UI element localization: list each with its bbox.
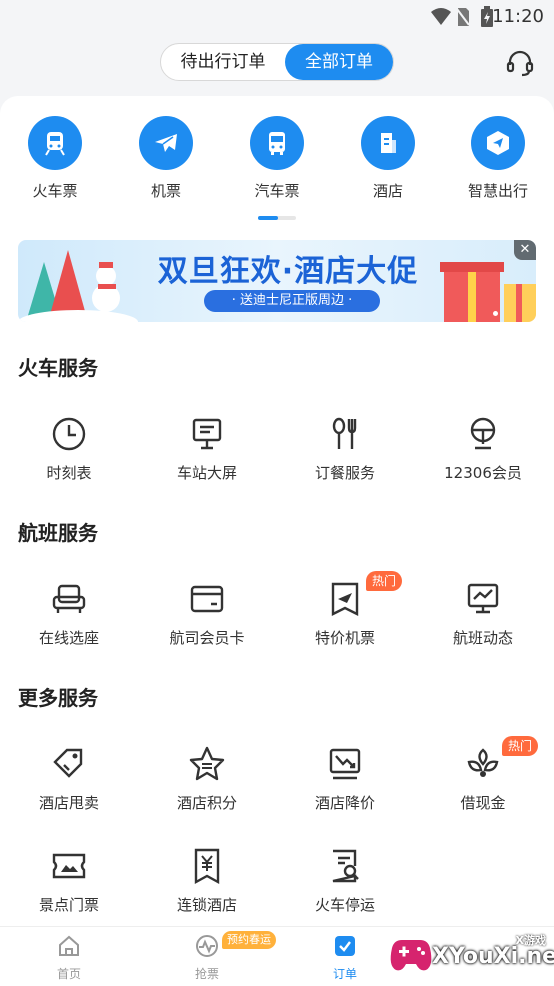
service-train-suspension[interactable]: 火车停运 — [276, 846, 414, 915]
status-time: 11:20 — [492, 6, 544, 27]
service-timetable[interactable]: 时刻表 — [0, 414, 138, 483]
close-icon[interactable]: ✕ — [514, 240, 536, 260]
headset-icon[interactable] — [504, 47, 536, 79]
no-sim-icon — [456, 8, 470, 26]
category-label: 火车票 — [32, 182, 78, 200]
carousel-dot — [493, 311, 498, 316]
service-label: 车站大屏 — [176, 464, 237, 482]
tab-label: 订单 — [332, 967, 357, 981]
service-scenic-tickets[interactable]: 景点门票 — [0, 846, 138, 915]
home-icon — [59, 935, 79, 956]
tab-label: 抢票 — [194, 967, 219, 981]
service-seat-selection[interactable]: 在线选座 — [0, 579, 138, 648]
category-label: 酒店 — [372, 182, 403, 200]
service-label: 连锁酒店 — [176, 896, 237, 914]
service-label: 酒店积分 — [176, 794, 237, 812]
plane-icon — [155, 134, 177, 152]
hot-badge: 热门 — [502, 736, 539, 756]
service-label: 航司会员卡 — [169, 629, 245, 647]
leaf-icon — [467, 748, 499, 777]
header: 待出行订单 全部订单 — [0, 34, 554, 94]
category-label: 智慧出行 — [467, 182, 528, 200]
section-title-train: 火车服务 — [18, 356, 98, 380]
service-airline-card[interactable]: 航司会员卡 — [138, 579, 276, 648]
category-train[interactable]: 火车票 — [5, 116, 105, 201]
wifi-icon — [431, 8, 451, 25]
price-tag-icon — [53, 748, 83, 778]
check-icon — [335, 936, 355, 956]
navigation-icon — [487, 131, 509, 155]
category-flight[interactable]: 机票 — [116, 116, 216, 201]
tab-pending-orders[interactable]: 待出行订单 — [161, 44, 285, 80]
service-label: 酒店甩卖 — [38, 794, 99, 812]
tab-orders[interactable]: 订单 — [305, 933, 385, 982]
service-borrow-cash[interactable]: 借现金 热门 — [414, 736, 552, 813]
search-doc-icon — [332, 849, 359, 883]
category-row: 火车票 机票 汽车票 酒店 智慧出行 — [0, 116, 554, 206]
tab-all-orders[interactable]: 全部订单 — [285, 44, 393, 80]
ticket-plane-icon — [331, 582, 359, 616]
service-12306-member[interactable]: 12306会员 — [414, 414, 552, 483]
screen-icon — [192, 418, 222, 450]
category-label: 机票 — [150, 182, 181, 200]
page-indicator — [258, 216, 296, 220]
service-discount-flights[interactable]: 特价机票 热门 — [276, 571, 414, 648]
service-label: 订餐服务 — [314, 464, 375, 482]
clock-icon — [52, 417, 86, 451]
main-panel: 火车票 机票 汽车票 酒店 智慧出行 双旦狂欢·酒店大促 · 送迪士尼正版周边 … — [0, 96, 554, 926]
star-icon — [189, 746, 225, 781]
yen-bookmark-icon — [194, 848, 220, 885]
section-title-more: 更多服务 — [18, 686, 98, 710]
category-label: 汽车票 — [254, 182, 300, 200]
service-label: 时刻表 — [46, 464, 92, 482]
train-icon — [45, 132, 65, 156]
banner-title: 双旦狂欢·酒店大促 — [157, 254, 419, 289]
watermark-text: XYouXi.net — [432, 944, 554, 969]
tab-label: 首页 — [56, 967, 81, 981]
service-flight-status[interactable]: 航班动态 — [414, 579, 552, 648]
hotel-icon — [381, 133, 396, 153]
service-station-screen[interactable]: 车站大屏 — [138, 414, 276, 483]
service-label: 12306会员 — [444, 464, 522, 482]
snowman-illustration — [18, 250, 138, 322]
promo-banner[interactable]: 双旦狂欢·酒店大促 · 送迪士尼正版周边 · ✕ — [18, 240, 536, 322]
service-label: 航班动态 — [452, 629, 513, 647]
member-icon — [470, 417, 496, 450]
category-bus[interactable]: 汽车票 — [227, 116, 327, 201]
card-icon — [190, 585, 224, 613]
service-chain-hotels[interactable]: 连锁酒店 — [138, 846, 276, 915]
section-title-flight: 航班服务 — [18, 521, 98, 545]
service-label: 景点门票 — [38, 896, 99, 914]
seat-icon — [52, 584, 86, 613]
service-hotel-price-drop[interactable]: 酒店降价 — [276, 744, 414, 813]
monitor-chart-icon — [467, 583, 499, 614]
gamepad-logo-icon — [390, 940, 432, 971]
tab-home[interactable]: 首页 — [29, 933, 109, 982]
service-label: 特价机票 — [314, 629, 375, 647]
service-label: 在线选座 — [38, 629, 99, 647]
bus-icon — [269, 132, 285, 155]
service-hotel-sale[interactable]: 酒店甩卖 — [0, 744, 138, 813]
spring-rush-badge: 预约春运 — [222, 931, 276, 949]
utensils-icon — [332, 417, 357, 449]
service-meal-order[interactable]: 订餐服务 — [276, 414, 414, 483]
category-smart-travel[interactable]: 智慧出行 — [448, 116, 548, 201]
status-bar: 11:20 — [0, 0, 554, 34]
category-hotel[interactable]: 酒店 — [338, 116, 438, 201]
hot-badge: 热门 — [366, 571, 403, 591]
watermark: X游戏 XYouXi.net — [386, 930, 554, 980]
scenic-ticket-icon — [52, 853, 86, 879]
service-label: 火车停运 — [314, 896, 375, 914]
service-label: 借现金 — [460, 794, 506, 812]
banner-subtitle: · 送迪士尼正版周边 · — [204, 290, 380, 312]
order-filter-segment: 待出行订单 全部订单 — [160, 43, 394, 81]
price-drop-icon — [329, 748, 361, 780]
service-label: 酒店降价 — [314, 794, 375, 812]
service-hotel-points[interactable]: 酒店积分 — [138, 744, 276, 813]
pulse-icon — [196, 935, 218, 957]
